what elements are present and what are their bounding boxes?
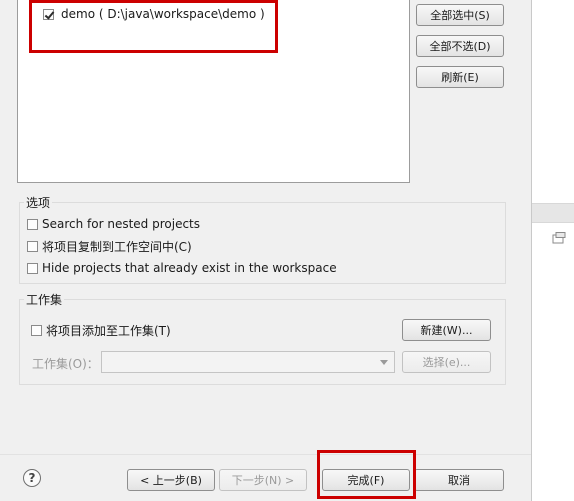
select-all-button[interactable]: 全部选中(S) [416,4,504,26]
minimize-view-icon[interactable] [552,232,566,244]
refresh-button[interactable]: 刷新(E) [416,66,504,88]
list-item[interactable]: demo ( D:\java\workspace\demo ) [43,6,265,22]
working-set-combo[interactable] [101,351,395,373]
select-working-set-button[interactable]: 选择(e)... [402,351,491,373]
nested-projects-checkbox[interactable] [27,218,38,230]
working-set-label: 工作集(O)： [32,357,99,371]
working-sets-title: 工作集 [24,291,65,308]
project-list[interactable]: demo ( D:\java\workspace\demo ) [17,0,410,183]
import-projects-dialog: demo ( D:\java\workspace\demo ) 全部选中(S) … [0,0,532,501]
cancel-button[interactable]: 取消 [414,469,504,491]
back-button[interactable]: < 上一步(B) [127,469,215,491]
option-nested[interactable]: Search for nested projects [27,216,200,232]
copy-to-workspace-label: 将项目复制到工作空间中(C) [42,239,192,254]
next-button[interactable]: 下一步(N) > [219,469,307,491]
hide-existing-checkbox[interactable] [27,262,38,274]
hide-existing-label: Hide projects that already exist in the … [42,261,337,275]
footer-separator [0,454,531,455]
project-checkbox[interactable] [43,8,54,20]
background-editor-tabbar [532,203,574,223]
nested-projects-label: Search for nested projects [42,217,201,231]
new-working-set-button[interactable]: 新建(W)... [402,319,491,341]
options-title: 选项 [24,194,53,211]
finish-button[interactable]: 完成(F) [322,469,410,491]
copy-to-workspace-checkbox[interactable] [27,240,38,252]
deselect-all-button[interactable]: 全部不选(D) [416,35,504,57]
option-copy[interactable]: 将项目复制到工作空间中(C) [27,238,192,254]
add-to-working-set-label: 将项目添加至工作集(T) [46,323,171,338]
background-editor-window [532,0,574,501]
option-add-to-working-set[interactable]: 将项目添加至工作集(T) [31,322,171,338]
chevron-down-icon [380,360,388,365]
project-label: demo ( D:\java\workspace\demo ) [61,7,265,21]
help-icon[interactable]: ? [23,469,41,487]
add-to-working-set-checkbox[interactable] [31,324,42,336]
option-hide-existing[interactable]: Hide projects that already exist in the … [27,260,337,276]
